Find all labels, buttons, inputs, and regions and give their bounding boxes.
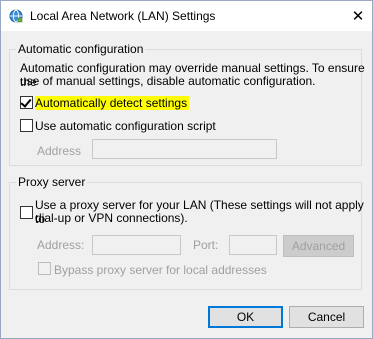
proxy-port-label: Port: <box>193 238 219 252</box>
cancel-button[interactable]: Cancel <box>289 306 364 328</box>
window-title: Local Area Network (LAN) Settings <box>30 9 216 23</box>
proxy-address-input[interactable] <box>92 235 181 255</box>
auto-config-group-label: Automatic configuration <box>16 42 146 56</box>
lan-settings-dialog: Local Area Network (LAN) Settings ✕ Auto… <box>0 0 373 339</box>
title-bar[interactable]: Local Area Network (LAN) Settings ✕ <box>1 1 372 31</box>
auto-config-description-line2: use of manual settings, disable automati… <box>20 74 316 88</box>
script-address-label: Address <box>37 144 82 158</box>
network-settings-icon <box>9 9 23 23</box>
auto-config-script-label[interactable]: Use automatic configuration script <box>35 119 216 133</box>
advanced-button[interactable]: Advanced <box>283 235 354 257</box>
script-address-input[interactable] <box>92 139 277 159</box>
proxy-address-label: Address: <box>37 238 85 252</box>
checkmark-icon <box>20 96 32 108</box>
proxy-port-input[interactable] <box>229 235 277 255</box>
advanced-button-label: Advanced <box>291 239 346 253</box>
ok-button-label: OK <box>236 310 255 324</box>
bypass-local-label[interactable]: Bypass proxy server for local addresses <box>54 263 267 277</box>
auto-detect-checkbox[interactable] <box>20 96 33 109</box>
cancel-button-label: Cancel <box>307 310 346 324</box>
close-button[interactable]: ✕ <box>344 1 372 31</box>
ok-button[interactable]: OK <box>208 306 283 328</box>
auto-detect-label[interactable]: Automatically detect settings <box>35 96 190 110</box>
use-proxy-label-line2[interactable]: dial-up or VPN connections). <box>35 211 188 225</box>
proxy-group-label: Proxy server <box>16 175 88 189</box>
use-proxy-checkbox[interactable] <box>20 206 33 219</box>
bypass-local-checkbox[interactable] <box>38 262 51 275</box>
close-icon: ✕ <box>351 8 365 25</box>
auto-config-script-checkbox[interactable] <box>20 119 33 132</box>
